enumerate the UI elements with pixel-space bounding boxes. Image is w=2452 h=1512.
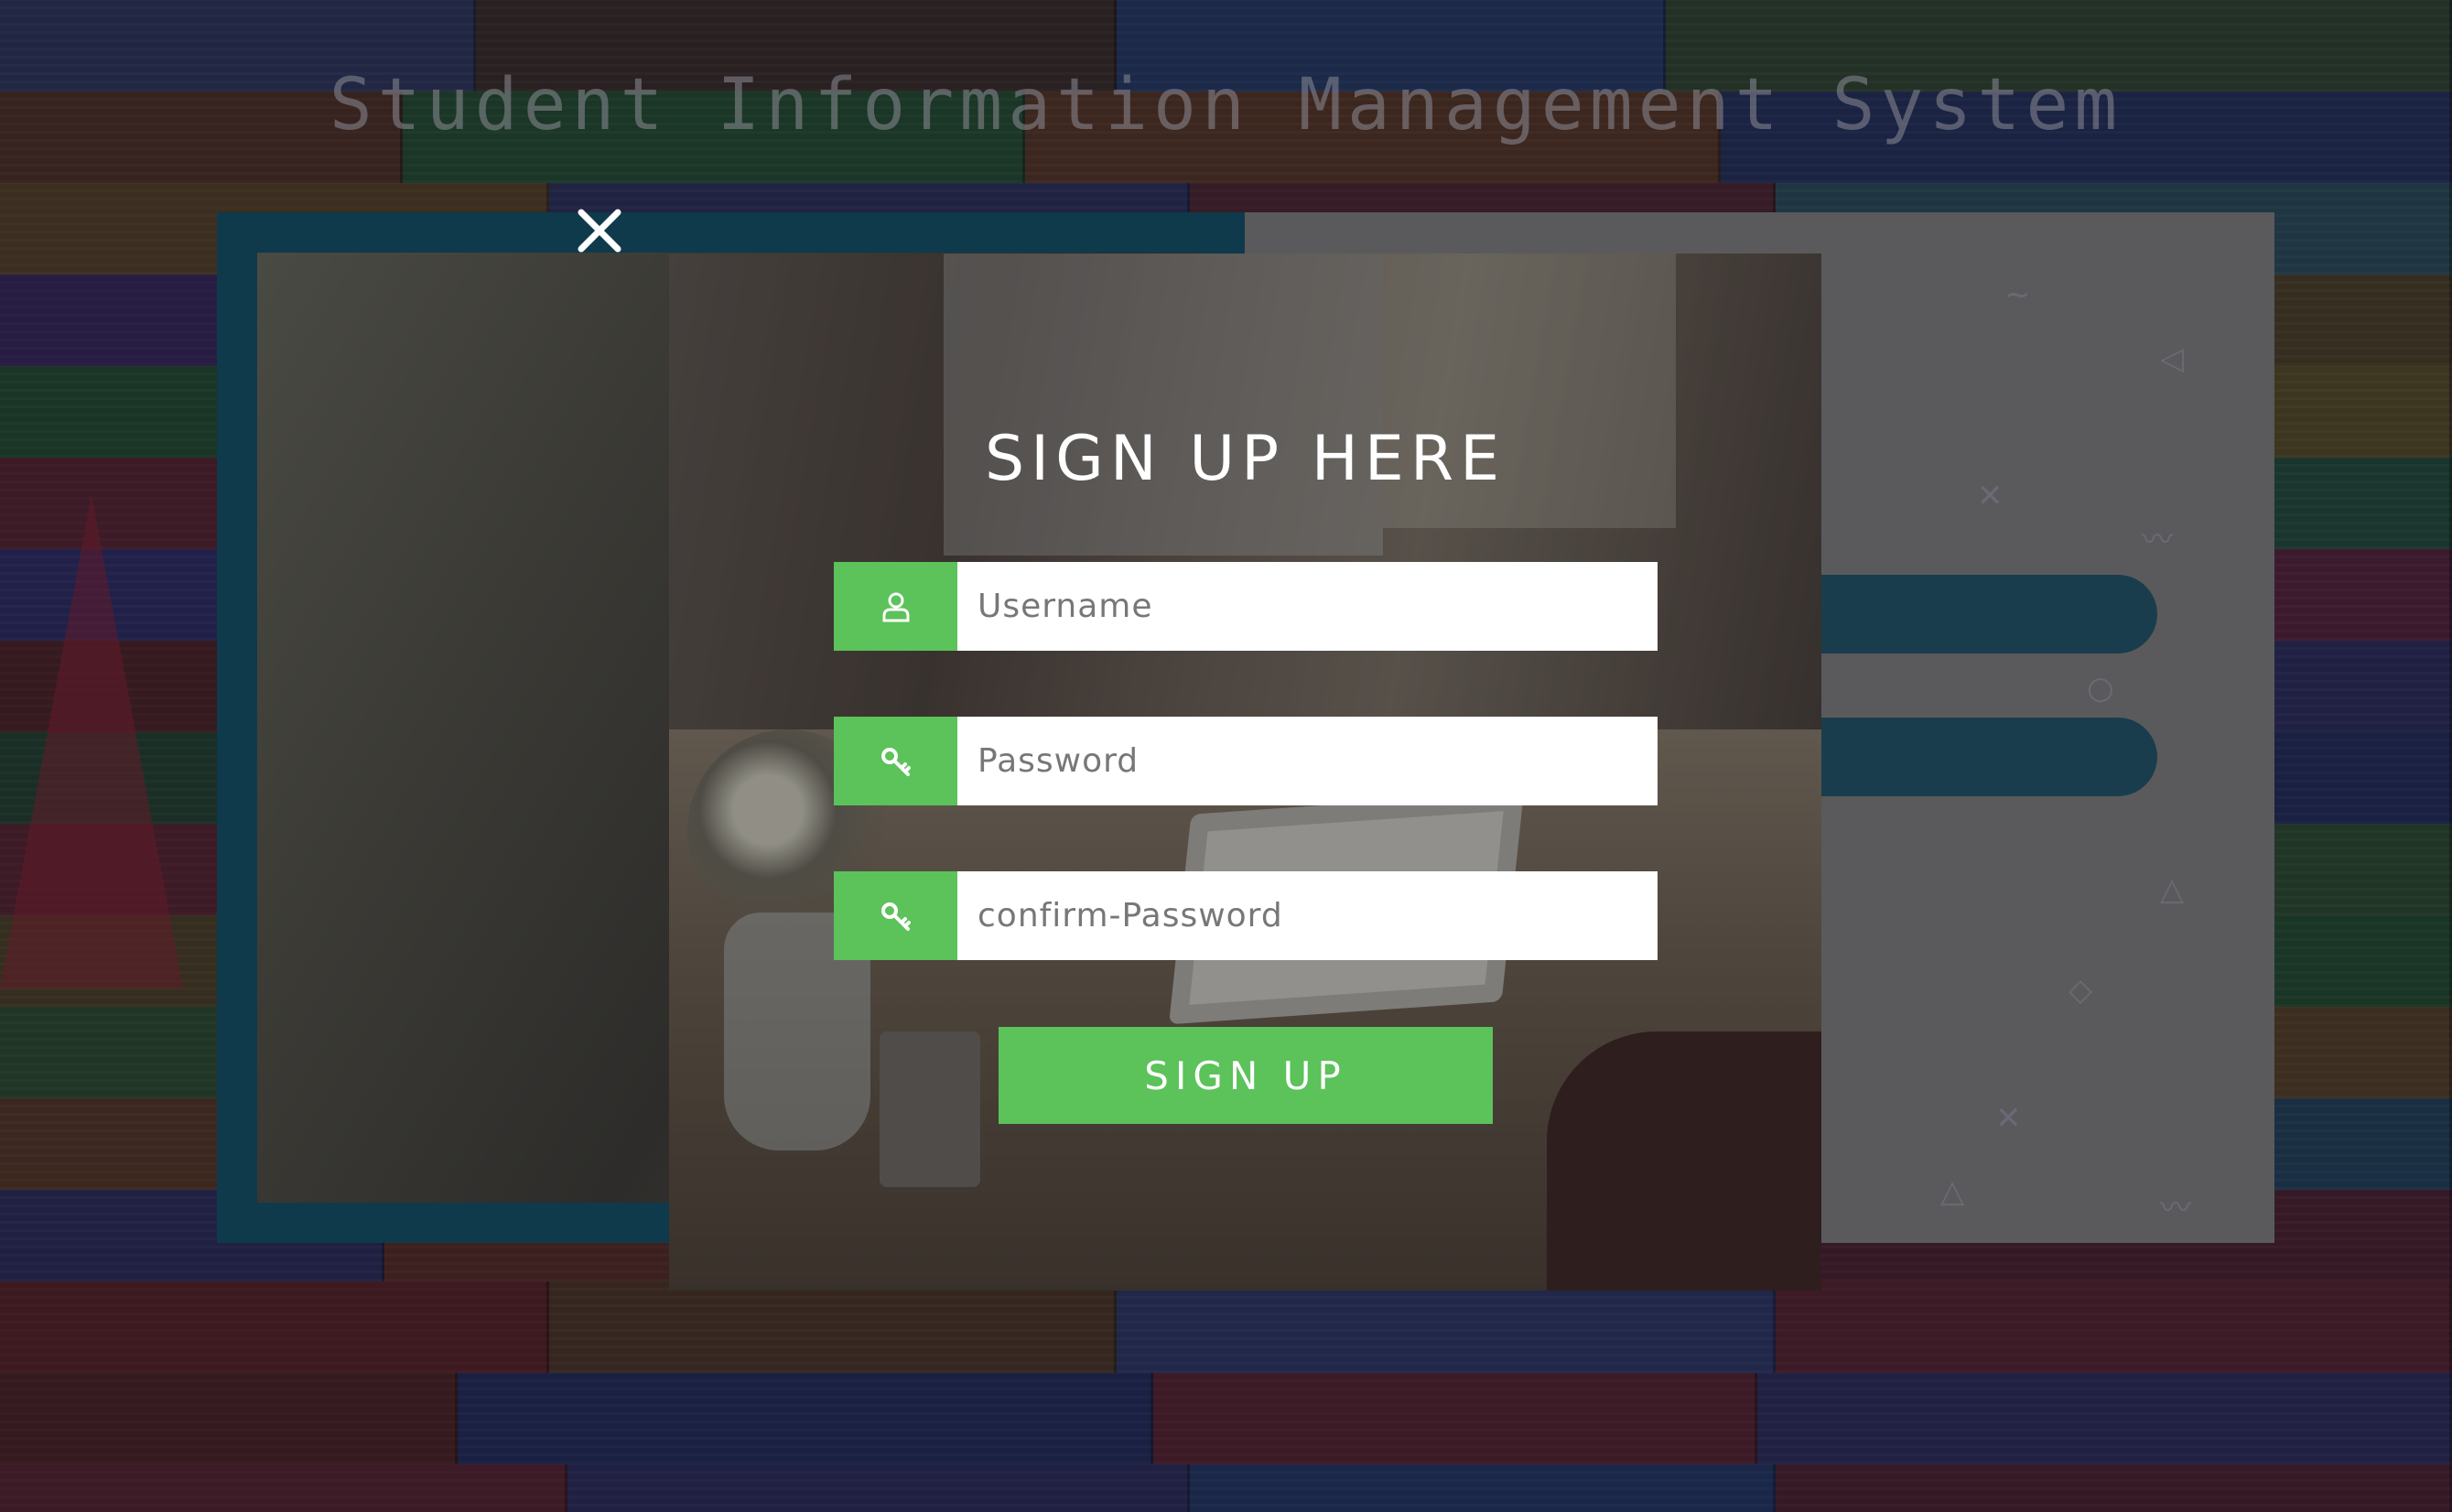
password-input[interactable] <box>957 717 1658 805</box>
username-input[interactable] <box>957 562 1658 651</box>
confirm-password-input[interactable] <box>957 871 1658 960</box>
signup-title: SIGN UP HERE <box>984 423 1507 495</box>
key-icon <box>834 717 957 805</box>
signup-modal: SIGN UP HERE SIGN UP <box>669 254 1821 1291</box>
key-icon <box>834 871 957 960</box>
user-icon <box>834 562 957 651</box>
username-field <box>834 562 1658 651</box>
background-pill-1 <box>1773 575 2157 653</box>
confirm-password-field <box>834 871 1658 960</box>
background-pill-2 <box>1773 718 2157 796</box>
close-icon[interactable] <box>572 203 627 258</box>
site-title: Student Information Management System <box>329 64 2123 146</box>
signup-button[interactable]: SIGN UP <box>999 1027 1493 1124</box>
password-field <box>834 717 1658 805</box>
